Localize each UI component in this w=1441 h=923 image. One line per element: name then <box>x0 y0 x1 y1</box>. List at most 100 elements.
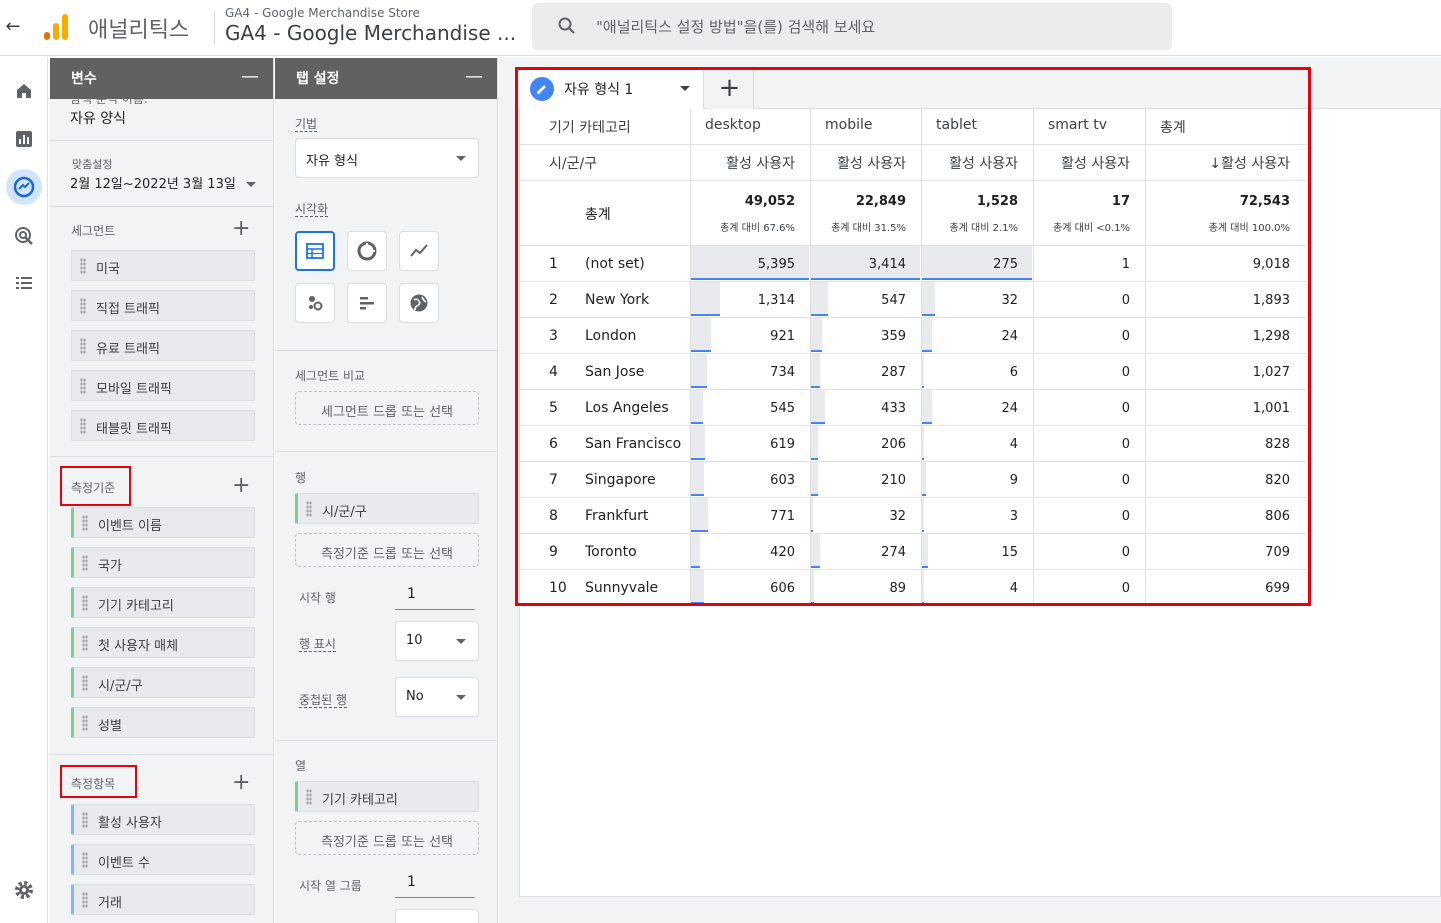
dimension-chip[interactable]: 기기 카테고리 <box>71 587 255 618</box>
start-column-group-label: 시작 열 그룹 <box>299 879 362 893</box>
divider <box>275 740 497 741</box>
show-rows-label: 행 표시 <box>299 637 336 652</box>
dimension-chip[interactable]: 시/군/구 <box>71 667 255 698</box>
table-viz-button[interactable] <box>295 231 335 271</box>
configure-icon[interactable] <box>10 269 38 297</box>
drag-handle-icon <box>82 555 88 571</box>
donut-chart-viz-button[interactable] <box>347 231 387 271</box>
horizontal-bar-chart-icon <box>360 297 374 310</box>
drag-handle-icon <box>80 418 86 434</box>
rows-label: 행 <box>295 471 307 485</box>
drag-handle-icon <box>82 892 88 908</box>
line-chart-icon <box>410 244 428 257</box>
geo-map-viz-button[interactable] <box>399 283 439 323</box>
add-metric-plus-icon[interactable]: + <box>232 772 250 794</box>
exploration-name[interactable]: 자유 양식 <box>70 108 126 128</box>
visualization-label: 시각화 <box>295 202 329 217</box>
account-property-name[interactable]: GA4 - Google Merchandise ... <box>225 21 520 45</box>
divider <box>275 350 497 351</box>
search-icon <box>558 17 575 34</box>
drag-handle-icon <box>82 515 88 531</box>
dimensions-label: 측정기준 <box>71 481 116 495</box>
divider <box>50 754 273 755</box>
segment-chip[interactable]: 직접 트래픽 <box>71 290 255 321</box>
date-range-picker[interactable]: 2월 12일~2022년 3월 13일 <box>70 173 256 192</box>
scatter-plot-icon <box>309 296 323 311</box>
divider <box>275 451 497 452</box>
show-rows-value: 10 <box>406 633 423 648</box>
advertising-icon[interactable] <box>10 222 38 250</box>
variables-panel-header: 변수 — <box>50 58 273 99</box>
variables-title: 변수 <box>71 71 97 87</box>
dimension-chip[interactable]: 국가 <box>71 547 255 578</box>
divider <box>50 140 273 141</box>
technique-dropdown[interactable]: 자유 형식 <box>295 138 479 178</box>
drag-handle-icon <box>82 675 88 691</box>
columns-label: 열 <box>295 759 307 773</box>
drag-handle-icon <box>82 715 88 731</box>
start-row-input[interactable]: 1 <box>395 580 475 610</box>
rows-dimension-chip[interactable]: 시/군/구 <box>295 493 479 524</box>
metric-chip[interactable]: 거래 <box>71 884 255 915</box>
technique-value: 자유 형식 <box>306 154 358 169</box>
add-segment-plus-icon[interactable]: + <box>232 218 250 240</box>
columns-dropzone[interactable]: 측정기준 드롭 또는 선택 <box>295 821 479 855</box>
top-header: ← 애널리틱스 GA4 - Google Merchandise Store G… <box>0 0 1441 56</box>
segment-chip[interactable]: 태블릿 트래픽 <box>71 410 255 441</box>
add-dimension-plus-icon[interactable]: + <box>232 475 250 497</box>
tab-settings-panel: 탭 설정 — 기법 자유 형식 시각화 세그먼트 비교 세그먼트 드롭 또는 선… <box>275 58 498 923</box>
left-nav-rail <box>0 57 48 923</box>
dimension-chip[interactable]: 이벤트 이름 <box>71 507 255 538</box>
show-rows-dropdown[interactable]: 10 <box>395 621 479 661</box>
segment-compare-label: 세그먼트 비교 <box>295 369 366 383</box>
drag-handle-icon <box>82 635 88 651</box>
bar-chart-viz-button[interactable] <box>347 283 387 323</box>
chevron-down-icon <box>456 695 466 700</box>
search-bar[interactable]: "애널리틱스 설정 방법"을(를) 검색해 보세요 <box>532 3 1172 50</box>
drag-handle-icon <box>80 258 86 274</box>
metric-chip[interactable]: 활성 사용자 <box>71 804 255 835</box>
segment-chip[interactable]: 미국 <box>71 250 255 281</box>
chevron-down-icon <box>245 182 256 187</box>
date-preset-label: 맞춤설정 <box>72 158 113 171</box>
segment-chip[interactable]: 모바일 트래픽 <box>71 370 255 401</box>
rows-dropzone[interactable]: 측정기준 드롭 또는 선택 <box>295 533 479 567</box>
app-name: 애널리틱스 <box>88 18 190 43</box>
scatter-viz-button[interactable] <box>295 283 335 323</box>
start-row-label: 시작 행 <box>299 591 336 605</box>
technique-label: 기법 <box>295 117 318 132</box>
start-column-group-input[interactable]: 1 <box>395 868 475 898</box>
search-placeholder: "애널리틱스 설정 방법"을(를) 검색해 보세요 <box>596 18 876 36</box>
segments-label: 세그먼트 <box>71 224 116 238</box>
nested-rows-dropdown[interactable]: No <box>395 677 479 717</box>
metric-chip[interactable]: 이벤트 수 <box>71 844 255 875</box>
back-arrow-icon[interactable]: ← <box>2 16 24 38</box>
columns-dimension-chip[interactable]: 기기 카테고리 <box>295 781 479 812</box>
explore-icon[interactable] <box>6 169 42 205</box>
chevron-down-icon <box>456 639 466 644</box>
reports-icon[interactable] <box>10 125 38 153</box>
exploration-name-label: 탐색 분석 이름: <box>70 98 148 104</box>
drag-handle-icon <box>306 789 312 805</box>
dimension-chip[interactable]: 성별 <box>71 707 255 738</box>
divider <box>50 206 273 207</box>
divider <box>50 456 273 457</box>
line-chart-viz-button[interactable] <box>399 231 439 271</box>
segment-dropzone[interactable]: 세그먼트 드롭 또는 선택 <box>295 391 479 425</box>
partial-dropdown[interactable] <box>395 909 479 923</box>
dimension-chip[interactable]: 첫 사용자 매체 <box>71 627 255 658</box>
table-icon <box>306 243 324 259</box>
minimize-icon[interactable]: — <box>241 66 259 87</box>
segment-chip[interactable]: 유료 트래픽 <box>71 330 255 361</box>
home-icon[interactable] <box>10 77 38 105</box>
drag-handle-icon <box>82 812 88 828</box>
metrics-label: 측정항목 <box>71 777 116 791</box>
drag-handle-icon <box>80 338 86 354</box>
drag-handle-icon <box>80 378 86 394</box>
account-property-label[interactable]: GA4 - Google Merchandise Store <box>225 6 420 20</box>
nested-rows-label: 중첩된 행 <box>299 693 347 708</box>
table-highlight-box <box>515 67 1311 606</box>
settings-gear-icon[interactable] <box>10 876 38 904</box>
minimize-icon[interactable]: — <box>465 66 483 87</box>
globe-icon <box>410 294 428 312</box>
